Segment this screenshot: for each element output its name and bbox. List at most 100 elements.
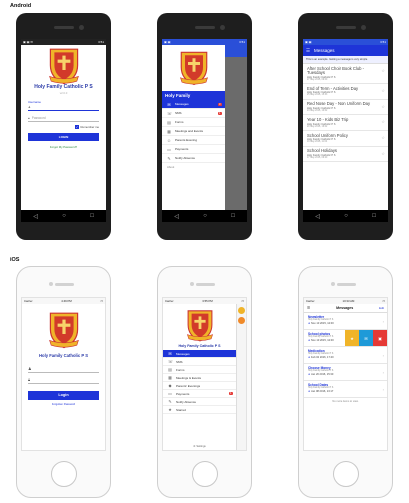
message-row[interactable]: Year 10 - Kids Biz Trip Holy Family Catho…: [303, 115, 388, 132]
drawer-item-payments[interactable]: ▭ Payments: [162, 145, 225, 154]
remember-row[interactable]: ✓ Remember me: [28, 125, 99, 129]
android-nav-bar: ◁ ○ □: [162, 210, 247, 222]
checkbox-checked-icon[interactable]: ✓: [75, 125, 79, 129]
home-button[interactable]: [192, 461, 218, 487]
menu-item-label: SMS: [176, 359, 183, 364]
message-date: Jan 20 2016, 15:30: [311, 373, 334, 376]
star-icon[interactable]: ☆: [381, 151, 385, 156]
message-date: 24 May 2016, 10:02: [307, 109, 328, 112]
info-banner: This is an example. Getting a message is…: [303, 56, 388, 64]
menu-item-starred[interactable]: ★ Starred: [163, 406, 236, 414]
edit-button[interactable]: Edit: [379, 306, 384, 310]
android-section-label: Android: [10, 3, 32, 9]
drawer-item-sms[interactable]: ☏ SMS 1: [162, 109, 225, 118]
home-icon[interactable]: ○: [344, 213, 348, 219]
message-sender: Holy Family Catholic P S: [308, 387, 334, 389]
background-app-bar: [225, 45, 247, 57]
front-camera: [361, 25, 366, 30]
iphone-messages: Carrier 10:33 AM ▭ ☰ Messages Edit Newsl…: [298, 266, 393, 498]
message-row[interactable]: Newsletter Holy Family Catholic P S ★ Nov …: [304, 313, 387, 330]
app-bar: ☰ Messages: [303, 45, 388, 56]
home-button[interactable]: [333, 461, 359, 487]
back-icon[interactable]: ◁: [33, 213, 38, 220]
drawer-item-parents-evening[interactable]: ☺ Parents Evening: [162, 136, 225, 145]
message-row[interactable]: School Holidays Holy Family Catholic P S1…: [303, 147, 388, 163]
star-icon[interactable]: ☆: [381, 88, 385, 93]
home-button[interactable]: [51, 461, 77, 487]
settings-row[interactable]: ⚙ Settings: [163, 445, 236, 448]
menu-item-payments[interactable]: ▭ Payments 1: [163, 390, 236, 398]
back-icon[interactable]: ◁: [174, 213, 179, 220]
drawer-item-meetings-and-events[interactable]: ▦ Meetings and Events: [162, 127, 225, 136]
star-icon[interactable]: ☆: [381, 135, 385, 140]
page-title: Messages: [336, 306, 354, 310]
mail-action-icon[interactable]: ✉: [359, 330, 373, 346]
message-row[interactable]: School photos Holy Family Catholic P S ★ N…: [304, 330, 387, 347]
forms-icon: ▤: [168, 367, 172, 372]
status-icons: ▣ ▣ ✉: [23, 40, 33, 44]
message-row[interactable]: End of Term - Activities Day Holy Family …: [303, 84, 388, 100]
drawer-item-label: Parents Evening: [175, 138, 198, 142]
login-button[interactable]: Login: [28, 391, 99, 400]
back-icon[interactable]: ◁: [315, 213, 320, 220]
star-icon: ★: [168, 407, 172, 412]
speaker-grille: [54, 26, 74, 29]
recents-icon[interactable]: □: [372, 213, 376, 219]
login-button[interactable]: LOGIN: [28, 133, 99, 141]
star-icon[interactable]: ☆: [381, 68, 385, 73]
front-camera: [190, 282, 194, 286]
drawer-item-notify-absence[interactable]: ✎ Notify Absence: [162, 154, 225, 163]
menu-item-forms[interactable]: ▤ Forms: [163, 366, 236, 374]
ios-messages-screen: Carrier 10:33 AM ▭ ☰ Messages Edit Newsl…: [303, 297, 388, 451]
message-row[interactable]: Choose Money Holy Family Catholic P S ★ Ja…: [304, 364, 387, 381]
home-icon[interactable]: ○: [203, 213, 207, 219]
hamburger-menu-icon[interactable]: ☰: [307, 306, 310, 310]
battery-icon: ▭: [241, 299, 244, 303]
username-field[interactable]: ♟: [28, 364, 99, 373]
star-action-icon[interactable]: ★: [345, 330, 359, 346]
status-time: 4:49 PM: [61, 299, 72, 303]
menu-item-label: Payments: [176, 391, 190, 396]
calendar-icon: ▦: [167, 128, 171, 134]
message-row[interactable]: School Uniform Policy Holy Family Catholi…: [303, 131, 388, 147]
forgotten-password-link[interactable]: Forgotten Password: [28, 403, 99, 406]
password-field[interactable]: 🔒︎ Password: [28, 114, 99, 122]
drawer-item-messages[interactable]: ✉ Messages 3: [162, 100, 225, 109]
recents-icon[interactable]: □: [90, 213, 94, 219]
drawer-item-label: Notify Absence: [175, 156, 196, 160]
person-icon: ♟: [28, 105, 31, 109]
recents-icon[interactable]: □: [231, 213, 235, 219]
menu-item-messages[interactable]: ✉ Messages: [163, 350, 236, 358]
star-icon[interactable]: ☆: [381, 119, 385, 124]
message-list: After School Choir Book Club - Tuesdays H…: [303, 64, 388, 163]
message-date: Feb 02 2016, 17:40: [311, 356, 334, 359]
drawer-item-label: Forms: [175, 120, 184, 124]
peek-avatar: [238, 317, 245, 324]
menu-item-label: Starred: [176, 407, 186, 412]
status-bar: ▣ ▣ ✉ 3:51: [21, 39, 106, 45]
star-icon[interactable]: ☆: [381, 104, 385, 109]
drawer-footer[interactable]: About: [162, 163, 225, 171]
drawer-item-forms[interactable]: ▤ Forms: [162, 118, 225, 127]
message-row[interactable]: Medication Holy Family Catholic P S ★ Feb …: [304, 347, 387, 364]
hamburger-menu-icon[interactable]: ☰: [306, 48, 310, 54]
crest-container: [22, 310, 105, 350]
menu-item-sms[interactable]: ☏ SMS: [163, 358, 236, 366]
delete-action-icon[interactable]: ▣: [373, 330, 387, 346]
menu-item-meetings-events[interactable]: ▦ Meetings & Events: [163, 374, 236, 382]
username-field[interactable]: ♟: [28, 104, 99, 111]
message-row[interactable]: School Dates Holy Family Catholic P S ★ Ja…: [304, 381, 387, 398]
menu-item-parents-evenings[interactable]: ◆ Parents' Evenings: [163, 382, 236, 390]
menu-item-notify-absence[interactable]: ✎ Notify Absence: [163, 398, 236, 406]
nav-bar: ☰ Messages Edit: [304, 304, 387, 313]
drawer-item-label: Meetings and Events: [175, 129, 204, 133]
chevron-right-icon: ›: [382, 353, 384, 358]
forgot-password-link[interactable]: Forgot My Password?: [28, 145, 99, 149]
message-row[interactable]: After School Choir Book Club - Tuesdays H…: [303, 64, 388, 85]
password-field[interactable]: 🔒︎: [28, 375, 99, 384]
crest-container: [163, 308, 236, 343]
drawer-screen: ▣ ▣ 3:51 Holy Family ✉ Messages 3 ☏ SMS 1 ▤ For…: [162, 39, 247, 222]
message-sender: Holy Family Catholic P S: [308, 336, 334, 338]
message-row[interactable]: Red Nose Day - Non Uniform Day Holy Famil…: [303, 100, 388, 116]
home-icon[interactable]: ○: [62, 213, 66, 219]
